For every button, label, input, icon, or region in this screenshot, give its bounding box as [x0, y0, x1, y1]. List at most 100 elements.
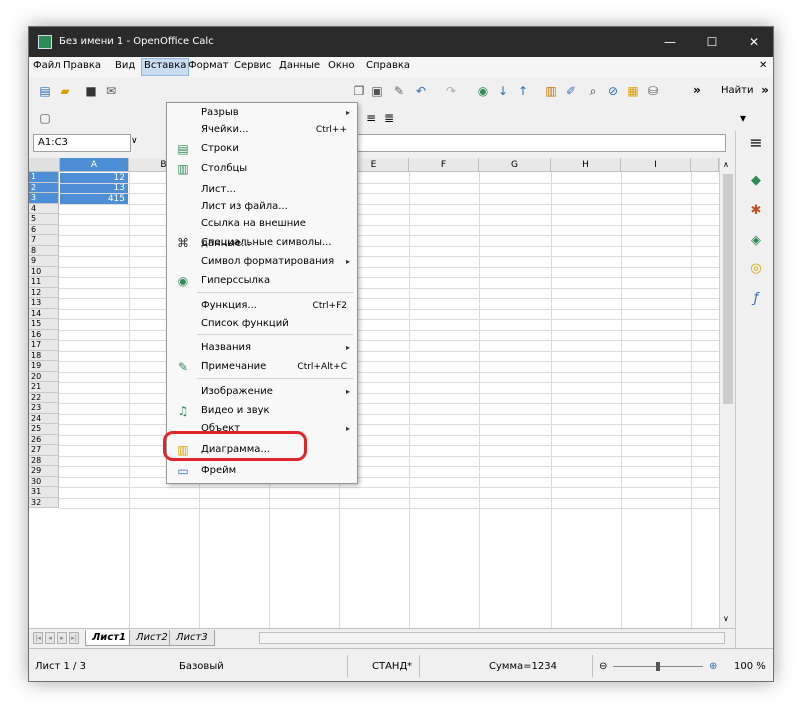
row-header[interactable]: 10: [29, 266, 59, 277]
scroll-thumb[interactable]: [723, 174, 733, 404]
data-sources-icon[interactable]: ⛁: [645, 83, 661, 99]
menu-item-names[interactable]: Названия ▸: [167, 338, 357, 358]
menu-item-function[interactable]: Функция... Ctrl+F2: [167, 296, 357, 316]
menu-data[interactable]: Данные: [279, 60, 320, 71]
insert-chart-toolbar-icon[interactable]: ▥: [543, 83, 559, 99]
row-header[interactable]: 16: [29, 329, 59, 340]
zoom-in-icon[interactable]: ⊕: [709, 661, 717, 672]
menu-item-rows[interactable]: ▤ Строки: [167, 139, 357, 159]
vertical-scrollbar[interactable]: ∧ ∨: [719, 158, 735, 628]
menu-close-doc-button[interactable]: ✕: [759, 60, 767, 71]
cell-a3[interactable]: 415: [60, 193, 128, 204]
name-box-dropdown-icon[interactable]: ∨: [131, 136, 138, 146]
formula-input[interactable]: [339, 134, 726, 152]
hyperlink-toolbar-icon[interactable]: ◉: [475, 83, 491, 99]
menu-item-special-chars[interactable]: ⌘ Специальные символы...: [167, 233, 357, 253]
menu-item-comment[interactable]: ✎ Примечание Ctrl+Alt+C: [167, 357, 357, 377]
paste-icon[interactable]: ▣: [369, 83, 385, 99]
row-header[interactable]: 32: [29, 497, 59, 508]
zoom-level[interactable]: 100 %: [734, 661, 766, 672]
zoom-out-icon[interactable]: ⊖: [599, 661, 607, 672]
new-document-icon[interactable]: ▤: [37, 83, 53, 99]
row-header[interactable]: 24: [29, 413, 59, 424]
row-header[interactable]: 7: [29, 235, 59, 246]
column-header[interactable]: I: [621, 158, 691, 172]
page-style[interactable]: Базовый: [179, 661, 224, 672]
column-header-partial[interactable]: [691, 158, 719, 172]
redo-icon[interactable]: ↷: [443, 83, 459, 99]
menu-item-image[interactable]: Изображение ▸: [167, 382, 357, 402]
menu-item-external-data[interactable]: Ссылка на внешние данные...: [167, 214, 357, 249]
select-all-corner[interactable]: [29, 158, 60, 172]
menu-edit[interactable]: Правка: [63, 60, 101, 71]
row-header[interactable]: 31: [29, 487, 59, 498]
first-sheet-button[interactable]: |◂: [33, 632, 43, 644]
sidebar-styles-icon[interactable]: ✱: [748, 203, 764, 219]
align-center-icon[interactable]: ≣: [381, 110, 397, 126]
zoom-slider-thumb[interactable]: [656, 662, 660, 671]
row-header[interactable]: 12: [29, 287, 59, 298]
horizontal-scrollbar[interactable]: [259, 632, 725, 644]
sort-descending-icon[interactable]: ↑: [515, 83, 531, 99]
sum-readout[interactable]: Сумма=1234: [489, 661, 557, 672]
row-header[interactable]: 28: [29, 455, 59, 466]
menu-item-function-list[interactable]: Список функций: [167, 314, 357, 334]
find-label[interactable]: Найти: [721, 85, 753, 96]
row-header[interactable]: 13: [29, 298, 59, 309]
scroll-up-icon[interactable]: ∧: [723, 160, 729, 169]
styles-icon[interactable]: ▢: [37, 110, 53, 126]
row-header[interactable]: 30: [29, 476, 59, 487]
sheet-tab-3[interactable]: Лист3: [169, 630, 215, 646]
column-header[interactable]: H: [551, 158, 621, 172]
insert-mode[interactable]: СТАНД: [372, 661, 407, 672]
open-folder-icon[interactable]: ▰: [57, 83, 73, 99]
row-header[interactable]: 5: [29, 214, 59, 225]
row-header[interactable]: 26: [29, 434, 59, 445]
row-header[interactable]: 6: [29, 224, 59, 235]
scroll-down-icon[interactable]: ∨: [723, 614, 729, 623]
name-box[interactable]: A1:C3: [33, 134, 131, 152]
row-header[interactable]: 29: [29, 466, 59, 477]
navigator-icon[interactable]: ⊘: [605, 83, 621, 99]
menu-item-columns[interactable]: ▥ Столбцы: [167, 159, 357, 179]
cell-a2[interactable]: 13: [60, 183, 128, 194]
sort-ascending-icon[interactable]: ↓: [495, 83, 511, 99]
toolbar-expand-button[interactable]: »: [689, 82, 705, 98]
row-header[interactable]: 21: [29, 382, 59, 393]
menu-file[interactable]: Файл: [33, 60, 61, 71]
row-header[interactable]: 1: [29, 172, 59, 183]
row-header[interactable]: 14: [29, 308, 59, 319]
row-header[interactable]: 8: [29, 245, 59, 256]
menu-item-cells[interactable]: Ячейки... Ctrl++: [167, 120, 357, 140]
sidebar-functions-icon[interactable]: ƒ: [748, 291, 764, 307]
row-header[interactable]: 4: [29, 203, 59, 214]
row-header[interactable]: 18: [29, 350, 59, 361]
sheet-tab-1[interactable]: Лист1: [85, 630, 133, 646]
menu-window[interactable]: Окно: [328, 60, 355, 71]
row-header[interactable]: 11: [29, 277, 59, 288]
next-sheet-button[interactable]: ▸: [57, 632, 67, 644]
menu-item-video-audio[interactable]: ♫ Видео и звук: [167, 401, 357, 421]
formatting-overflow-icon[interactable]: ▾: [735, 110, 751, 126]
column-header[interactable]: A: [60, 158, 129, 172]
gallery-icon[interactable]: ▦: [625, 83, 641, 99]
row-header[interactable]: 3: [29, 193, 59, 204]
row-header[interactable]: 22: [29, 392, 59, 403]
menu-view[interactable]: Вид: [115, 60, 135, 71]
sidebar-navigator-icon[interactable]: ◎: [748, 261, 764, 277]
row-header[interactable]: 15: [29, 319, 59, 330]
menu-item-frame[interactable]: ▭ Фрейм: [167, 461, 357, 481]
find-toolbar-expand-button[interactable]: »: [757, 82, 773, 98]
clone-format-icon[interactable]: ✎: [391, 83, 407, 99]
menu-item-formatting-mark[interactable]: Символ форматирования ▸: [167, 252, 357, 272]
sidebar-gallery-icon[interactable]: ◈: [748, 233, 764, 249]
sidebar-properties-icon[interactable]: ◆: [748, 173, 764, 189]
sidebar-menu-icon[interactable]: ≡: [748, 135, 764, 151]
close-button[interactable]: ✕: [733, 27, 773, 57]
column-header[interactable]: F: [409, 158, 479, 172]
column-header[interactable]: G: [479, 158, 551, 172]
row-header[interactable]: 19: [29, 361, 59, 372]
cell-a1[interactable]: 12: [60, 172, 128, 183]
draw-functions-icon[interactable]: ✐: [563, 83, 579, 99]
menu-format[interactable]: Формат: [188, 60, 229, 71]
